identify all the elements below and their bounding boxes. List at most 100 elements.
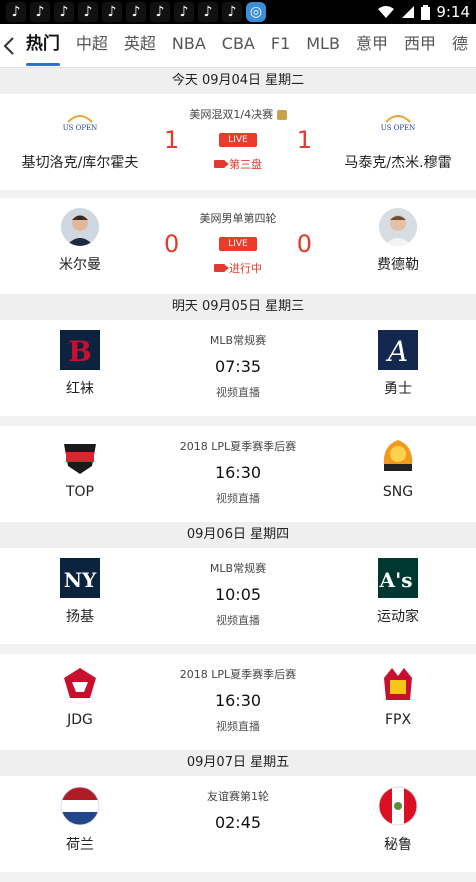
athletics-logo-icon: A's [378, 558, 418, 598]
status-bar: ♪ ♪ ♪ ♪ ♪ ♪ ♪ ♪ ♪ ♪ ◎ 9:14 [0, 0, 476, 24]
match-card[interactable]: 荷兰 友谊赛第1轮 02:45 秘鲁 [0, 776, 476, 872]
home-score: 1 [163, 126, 180, 154]
team-name: JDG [67, 712, 93, 728]
system-status: 9:14 [377, 3, 470, 21]
match-status: 进行中 [160, 260, 316, 276]
tiktok-icon: ♪ [222, 2, 242, 22]
team-name: 运动家 [377, 609, 419, 625]
signal-icon [402, 6, 415, 18]
match-card[interactable]: 米尔曼 美网男单第四轮 0 LIVE 0 进行中 费德勒 [0, 198, 476, 294]
team-name: 红袜 [66, 381, 94, 397]
tab-bundesliga[interactable]: 德 [444, 24, 476, 67]
team-name: 基切洛克/库尔霍夫 [21, 155, 139, 171]
match-info: MLB常规赛 10:05 视频直播 [160, 560, 316, 628]
competition: 2018 LPL夏季赛季后赛 [179, 440, 297, 453]
player-avatar [61, 208, 99, 246]
player-avatar [379, 208, 417, 246]
battery-icon [421, 4, 431, 20]
away-team: A 勇士 [318, 330, 476, 398]
category-tabs: 热门 中超 英超 NBA CBA F1 MLB 意甲 西甲 德 [18, 24, 476, 67]
match-list: 今天 09月04日 星期二 US OPEN 基切洛克/库尔霍夫 美网混双1/4决… [0, 68, 476, 882]
match-info: 2018 LPL夏季赛季后赛 16:30 视频直播 [160, 666, 316, 734]
broadcast-label: 视频直播 [216, 492, 260, 505]
yankees-logo-icon: NY [60, 558, 100, 598]
chevron-left-icon [3, 36, 14, 55]
us-open-logo-icon: US OPEN [378, 104, 418, 144]
tiktok-icon: ♪ [54, 2, 74, 22]
home-team: US OPEN 基切洛克/库尔霍夫 [0, 104, 160, 172]
away-team: SNG [318, 436, 476, 500]
tab-f1[interactable]: F1 [263, 24, 298, 67]
match-card[interactable]: US OPEN 基切洛克/库尔霍夫 美网混双1/4决赛 1 LIVE 1 第三盘… [0, 94, 476, 190]
live-badge: LIVE [219, 237, 257, 251]
competition: MLB常规赛 [209, 334, 267, 347]
match-info: MLB常规赛 07:35 视频直播 [160, 332, 316, 400]
tab-serie-a[interactable]: 意甲 [348, 24, 396, 67]
player-name: 米尔曼 [59, 257, 101, 273]
team-name: FPX [384, 712, 412, 728]
tiktok-icon: ♪ [6, 2, 26, 22]
match-card[interactable]: TOP 2018 LPL夏季赛季后赛 16:30 视频直播 SNG [0, 426, 476, 522]
away-team: A's 运动家 [318, 558, 476, 626]
home-team: JDG [0, 664, 160, 728]
team-name: 秘鲁 [384, 837, 412, 853]
tab-epl[interactable]: 英超 [116, 24, 164, 67]
clock: 9:14 [436, 3, 470, 21]
tab-cba[interactable]: CBA [214, 24, 263, 67]
match-info: 友谊赛第1轮 02:45 [160, 788, 316, 832]
team-name: SNG [382, 484, 414, 500]
match-card[interactable]: NY 扬基 MLB常规赛 10:05 视频直播 A's 运动家 [0, 548, 476, 644]
tab-la-liga[interactable]: 西甲 [396, 24, 444, 67]
away-team: 费德勒 [318, 208, 476, 274]
match-card[interactable]: JDG 2018 LPL夏季赛季后赛 16:30 视频直播 FPX [0, 654, 476, 750]
match-info: 2018 LPL夏季赛季后赛 16:30 视频直播 [160, 438, 316, 506]
video-camera-icon [214, 264, 229, 272]
broadcast-label: 视频直播 [216, 614, 260, 627]
team-name: 荷兰 [66, 837, 94, 853]
tab-mlb[interactable]: MLB [298, 24, 348, 67]
notification-icons: ♪ ♪ ♪ ♪ ♪ ♪ ♪ ♪ ♪ ♪ ◎ [6, 2, 266, 22]
player-name: 费德勒 [377, 257, 419, 273]
competition: 美网男单第四轮 [199, 212, 277, 225]
peru-flag-icon [378, 786, 418, 826]
home-team: 米尔曼 [0, 208, 160, 274]
back-button[interactable] [0, 24, 18, 67]
date-header: 09月06日 星期四 [0, 522, 476, 548]
app-notification-icon: ◎ [246, 2, 266, 22]
sng-logo-icon [378, 436, 418, 476]
competition: MLB常规赛 [209, 562, 267, 575]
away-team: US OPEN 马泰克/杰米.穆雷 [318, 104, 476, 172]
tab-hot[interactable]: 热门 [18, 24, 68, 67]
tiktok-icon: ♪ [150, 2, 170, 22]
svg-text:A: A [385, 335, 408, 368]
tab-csl[interactable]: 中超 [68, 24, 116, 67]
away-team: FPX [318, 664, 476, 728]
tiktok-icon: ♪ [78, 2, 98, 22]
date-header: 明天 09月05日 星期三 [0, 294, 476, 320]
tiktok-icon: ♪ [198, 2, 218, 22]
video-camera-icon [214, 160, 229, 168]
svg-text:US OPEN: US OPEN [63, 124, 98, 132]
home-score: 0 [163, 230, 180, 258]
broadcast-label: 视频直播 [216, 386, 260, 399]
team-name: 勇士 [384, 381, 412, 397]
fpx-logo-icon [378, 664, 418, 704]
date-header: 今天 09月04日 星期二 [0, 68, 476, 94]
home-team: NY 扬基 [0, 558, 160, 626]
braves-logo-icon: A [378, 330, 418, 370]
away-score: 0 [296, 230, 312, 258]
svg-text:US OPEN: US OPEN [381, 124, 416, 132]
home-team: TOP [0, 436, 160, 500]
score-row: 0 LIVE 0 [160, 230, 316, 258]
match-card[interactable]: B 红袜 MLB常规赛 07:35 视频直播 A 勇士 [0, 320, 476, 416]
tab-nba[interactable]: NBA [164, 24, 214, 67]
jdg-logo-icon [60, 664, 100, 704]
match-time: 10:05 [214, 585, 262, 604]
home-team: 荷兰 [0, 786, 160, 854]
vip-icon [276, 110, 287, 120]
broadcast-label: 视频直播 [216, 720, 260, 733]
team-name: 马泰克/杰米.穆雷 [344, 155, 452, 171]
svg-text:A's: A's [379, 568, 413, 592]
top-esports-logo-icon [60, 436, 100, 476]
date-header: 09月07日 星期五 [0, 750, 476, 776]
